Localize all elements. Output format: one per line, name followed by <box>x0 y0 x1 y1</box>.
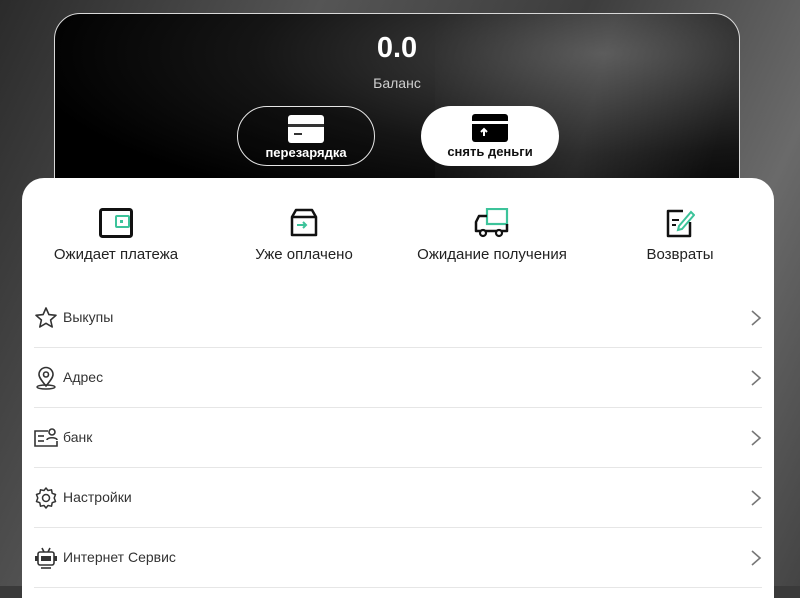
order-paid[interactable]: Уже оплачено <box>210 208 398 263</box>
star-icon <box>35 307 57 328</box>
order-label: Ожидание получения <box>417 246 567 263</box>
truck-icon <box>474 208 509 238</box>
account-panel: Ожидает платежа Уже оплачено Ожидание по… <box>22 178 774 598</box>
box-icon <box>290 208 318 237</box>
chevron-right-icon <box>751 310 762 326</box>
order-label: Уже оплачено <box>255 246 353 263</box>
menu-item-label: банк <box>63 429 93 445</box>
menu-list: Выкупы Адрес банк Настройки Интернет Сер… <box>34 288 762 588</box>
menu-item-label: Адрес <box>63 369 104 385</box>
menu-item-label: Настройки <box>63 489 132 505</box>
order-label: Возвраты <box>646 246 714 263</box>
recharge-label: перезарядка <box>265 145 347 160</box>
balance-label: Баланс <box>373 75 421 91</box>
menu-item-label: Интернет Сервис <box>63 549 176 565</box>
gear-icon <box>35 487 57 509</box>
order-awaiting-payment[interactable]: Ожидает платежа <box>22 208 210 263</box>
withdraw-label: снять деньги <box>447 144 533 159</box>
chevron-right-icon <box>751 550 762 566</box>
balance-value: 0.0 <box>376 32 418 64</box>
menu-item-buyouts[interactable]: Выкупы <box>34 288 762 348</box>
chevron-right-icon <box>751 370 762 386</box>
menu-item-online-service[interactable]: Интернет Сервис <box>34 528 762 588</box>
card-icon <box>288 115 324 143</box>
chevron-right-icon <box>751 430 762 446</box>
order-status-bar: Ожидает платежа Уже оплачено Ожидание по… <box>22 208 774 268</box>
location-pin-icon <box>36 366 56 390</box>
recharge-button[interactable]: перезарядка <box>237 106 375 166</box>
withdraw-card-icon <box>472 114 508 142</box>
menu-item-label: Выкупы <box>63 309 114 325</box>
withdraw-button[interactable]: снять деньги <box>421 106 559 166</box>
menu-item-address[interactable]: Адрес <box>34 348 762 408</box>
order-awaiting-receipt[interactable]: Ожидание получения <box>398 208 586 263</box>
order-returns[interactable]: Возвраты <box>586 208 774 263</box>
menu-item-bank[interactable]: банк <box>34 408 762 468</box>
menu-item-settings[interactable]: Настройки <box>34 468 762 528</box>
chevron-right-icon <box>751 490 762 506</box>
order-label: Ожидает платежа <box>53 246 179 263</box>
robot-icon <box>35 547 57 569</box>
edit-document-icon <box>666 209 695 238</box>
bank-card-icon <box>34 428 58 447</box>
wallet-icon <box>99 208 133 238</box>
